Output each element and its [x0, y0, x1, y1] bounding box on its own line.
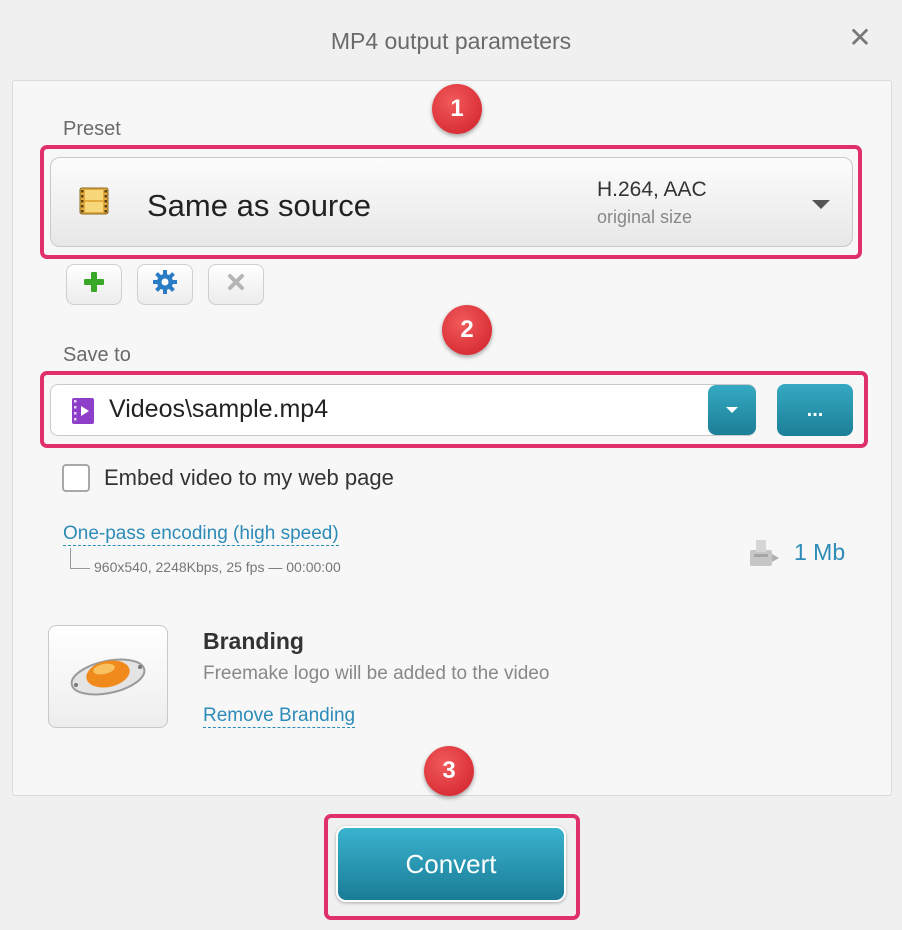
save-path-text: Videos\sample.mp4	[109, 395, 329, 423]
delete-preset-button[interactable]	[208, 264, 264, 305]
save-to-label: Save to	[63, 344, 131, 366]
embed-label[interactable]: Embed video to my web page	[104, 465, 394, 491]
window-title: MP4 output parameters	[330, 28, 572, 54]
output-size: 1 Mb	[794, 539, 846, 565]
remove-branding-link[interactable]: Remove Branding	[203, 705, 356, 728]
encoding-link[interactable]: One-pass encoding (high speed)	[63, 523, 339, 546]
save-path-field[interactable]: Videos\sample.mp4	[50, 384, 756, 436]
encoding-tree-line	[70, 548, 90, 569]
film-icon	[79, 186, 109, 221]
plus-icon	[83, 271, 105, 298]
embed-checkbox[interactable]	[62, 464, 90, 492]
path-dropdown-button[interactable]	[708, 385, 756, 435]
freemake-logo	[68, 647, 148, 706]
branding-description: Freemake logo will be added to the video	[203, 663, 550, 684]
branding-logo-box	[48, 625, 168, 728]
preset-size: original size	[597, 207, 693, 227]
callout-badge-2: 2	[442, 305, 492, 355]
chevron-down-icon	[812, 200, 830, 209]
preset-codec: H.264, AAC	[597, 178, 707, 201]
preset-label: Preset	[63, 118, 121, 140]
x-icon	[226, 272, 246, 297]
edit-preset-button[interactable]	[137, 264, 193, 305]
add-preset-button[interactable]	[66, 264, 122, 305]
convert-button[interactable]: Convert	[336, 826, 566, 902]
preset-name: Same as source	[147, 188, 371, 223]
callout-badge-1: 1	[432, 84, 482, 134]
preset-dropdown[interactable]: Same as source H.264, AAC original size	[50, 157, 853, 247]
browse-button[interactable]: ...	[777, 384, 853, 436]
title-bar: MP4 output parameters ✕	[0, 0, 902, 80]
encoding-details: 960x540, 2248Kbps, 25 fps — 00:00:00	[94, 559, 341, 575]
branding-title: Branding	[203, 628, 304, 654]
close-icon[interactable]: ✕	[848, 24, 872, 52]
video-file-icon	[71, 397, 95, 430]
gear-icon	[152, 269, 178, 300]
callout-badge-3: 3	[424, 746, 474, 796]
disk-icon	[748, 538, 780, 573]
chevron-down-icon	[726, 407, 738, 413]
